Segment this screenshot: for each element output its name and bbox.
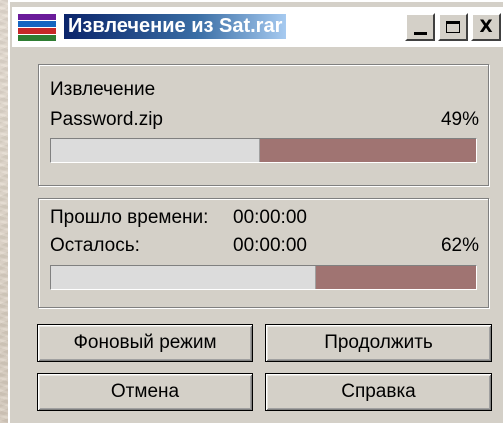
window-controls: X [405,13,501,41]
help-button[interactable]: Справка [265,373,492,411]
file-percent: 49% [440,109,479,130]
remaining-value: 00:00:00 [233,235,307,256]
extraction-heading: Извлечение [50,79,156,100]
time-panel: Прошло времени: 00:00:00 Осталось: 00:00… [38,198,489,308]
window-title: Извлечение из Sat.rar [64,14,287,39]
extraction-panel: Извлечение Password.zip 49% [38,64,489,186]
elapsed-value: 00:00:00 [233,207,307,228]
title-bar[interactable]: Извлечение из Sat.rar X [12,7,503,47]
file-progress-fill [51,139,261,162]
extraction-dialog: Извлечение из Sat.rar X Извлечение Passw… [8,0,503,423]
total-progress-fill [51,266,316,289]
close-icon: X [479,16,493,37]
current-file-name: Password.zip [50,109,163,130]
winrar-books-icon [18,14,56,44]
total-percent: 62% [440,235,479,256]
elapsed-label: Прошло времени: [50,207,209,228]
close-button[interactable]: X [471,13,501,41]
maximize-button[interactable] [438,13,468,41]
minimize-icon [413,32,427,35]
background-mode-button[interactable]: Фоновый режим [37,324,253,362]
maximize-icon [446,21,460,33]
file-progress-bar [50,138,477,163]
total-progress-bar [50,265,477,290]
remaining-label: Осталось: [50,235,140,256]
minimize-button[interactable] [405,13,435,41]
cancel-button[interactable]: Отмена [37,373,253,411]
continue-button[interactable]: Продолжить [265,324,492,362]
